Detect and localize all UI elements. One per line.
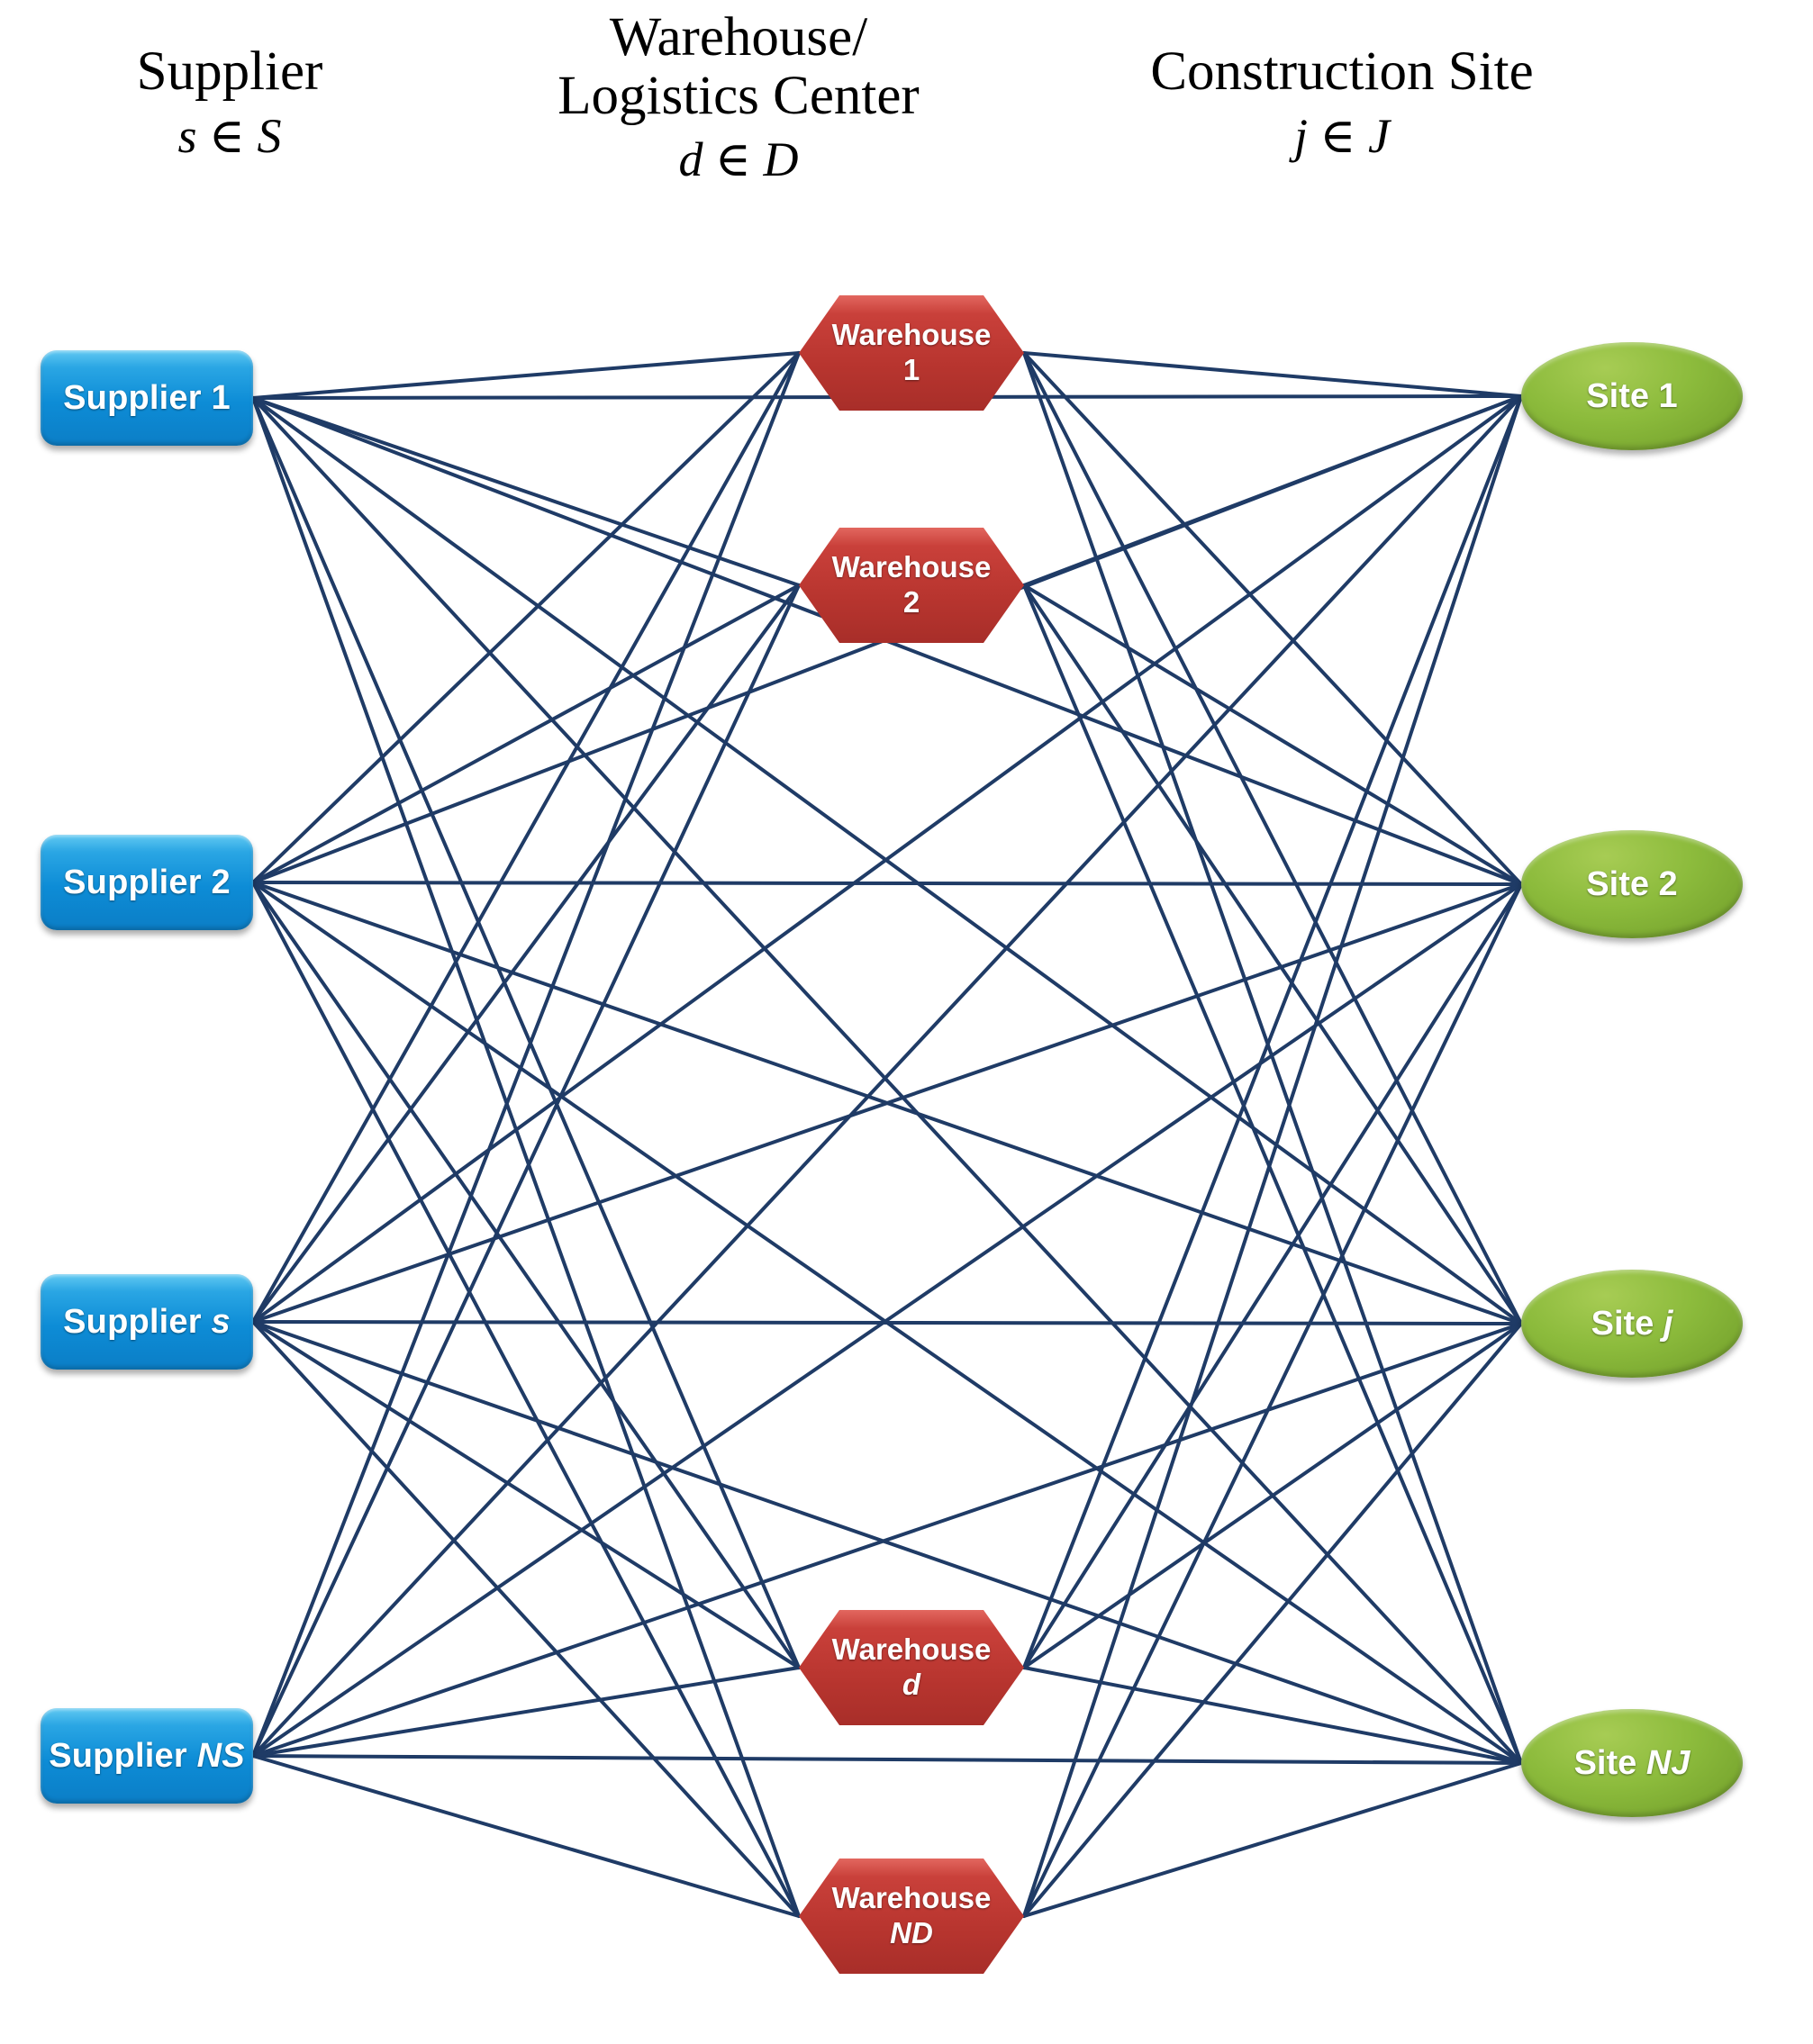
warehouse-node-wND-label: Warehouse ND (831, 1881, 992, 1949)
edge-w2-j1 (1022, 394, 1523, 587)
warehouse-node-wd[interactable]: Warehouse d (799, 1610, 1024, 1725)
edge-ss-wd (251, 1320, 801, 1669)
warehouse-node-w2-label: Warehouse 2 (831, 550, 992, 619)
edge-s1-w1 (251, 351, 801, 400)
edge-wd-jj (1022, 1322, 1523, 1669)
site-node-j1[interactable]: Site 1 (1521, 342, 1743, 450)
edge-wND-jNJ (1022, 1761, 1523, 1918)
site-node-jj-label: Site j (1591, 1304, 1673, 1343)
edge-s1-w2 (251, 396, 801, 587)
warehouse-node-w2[interactable]: Warehouse 2 (799, 528, 1024, 643)
supplier-node-s2[interactable]: Supplier 2 (41, 835, 253, 930)
supplier-node-s2-label: Supplier 2 (63, 863, 231, 901)
edge-ss-w2 (251, 583, 801, 1324)
warehouse-node-wND[interactable]: Warehouse ND (799, 1859, 1024, 1974)
edge-s2-wND (251, 881, 801, 1918)
network-diagram: Supplier s ∈ S Warehouse/ Logistics Cent… (0, 0, 1813, 2044)
supplier-node-s1-label: Supplier 1 (63, 378, 231, 417)
edge-wND-j1 (1022, 394, 1523, 1918)
warehouse-node-w1-label: Warehouse 1 (831, 318, 992, 386)
warehouse-node-wd-label: Warehouse d (831, 1632, 992, 1701)
site-node-jNJ-label: Site NJ (1573, 1743, 1691, 1782)
site-node-jNJ[interactable]: Site NJ (1521, 1709, 1743, 1817)
supplier-node-ss-label: Supplier s (63, 1302, 231, 1341)
site-node-j1-label: Site 1 (1586, 376, 1678, 415)
supplier-node-s1[interactable]: Supplier 1 (41, 350, 253, 446)
edge-s1-wd (251, 396, 801, 1669)
edge-sNS-wd (251, 1666, 801, 1758)
supplier-node-sNS-label: Supplier NS (49, 1736, 245, 1775)
edge-sNS-jNJ (251, 1754, 1523, 1765)
warehouse-node-w1[interactable]: Warehouse 1 (799, 295, 1024, 411)
edge-ss-wND (251, 1320, 801, 1918)
edge-s2-w1 (251, 351, 801, 884)
edge-s1-wND (251, 396, 801, 1918)
edge-sNS-w2 (251, 583, 801, 1758)
edge-sNS-w1 (251, 351, 801, 1758)
edge-w2-jj (1022, 583, 1523, 1325)
site-node-jj[interactable]: Site j (1521, 1270, 1743, 1378)
supplier-node-sNS[interactable]: Supplier NS (41, 1708, 253, 1804)
site-node-j2-label: Site 2 (1586, 864, 1678, 903)
edge-wND-jj (1022, 1322, 1523, 1918)
edge-w1-j1 (1022, 351, 1523, 398)
edge-sNS-wND (251, 1754, 801, 1918)
supplier-node-ss[interactable]: Supplier s (41, 1274, 253, 1370)
site-node-j2[interactable]: Site 2 (1521, 830, 1743, 938)
